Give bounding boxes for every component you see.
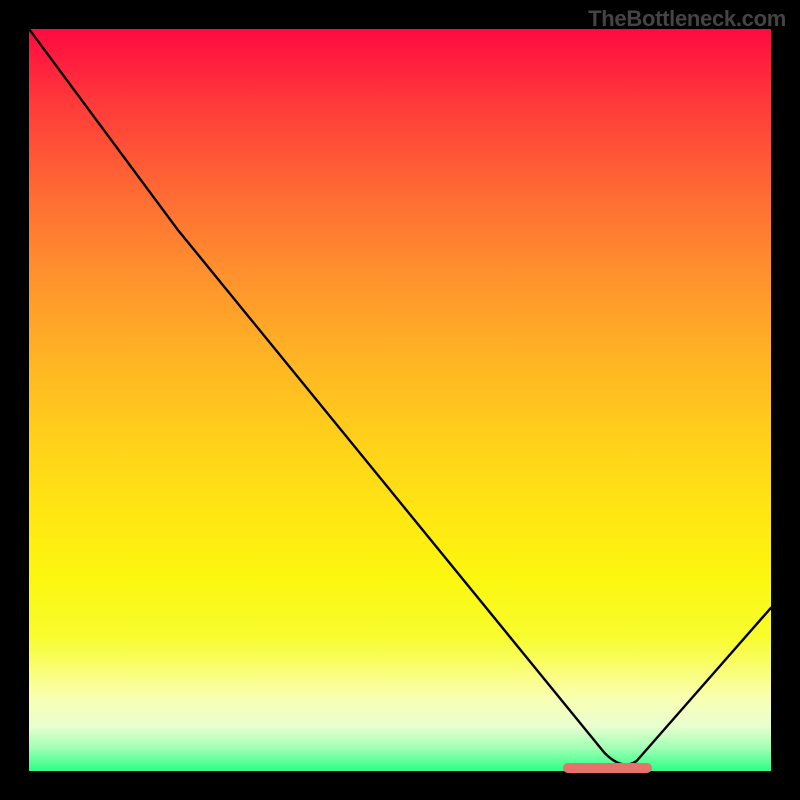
chart-frame: TheBottleneck.com <box>0 0 800 800</box>
plot-area <box>29 29 771 771</box>
curve-path <box>29 29 771 765</box>
line-curve <box>29 29 771 771</box>
optimum-marker <box>563 763 652 773</box>
